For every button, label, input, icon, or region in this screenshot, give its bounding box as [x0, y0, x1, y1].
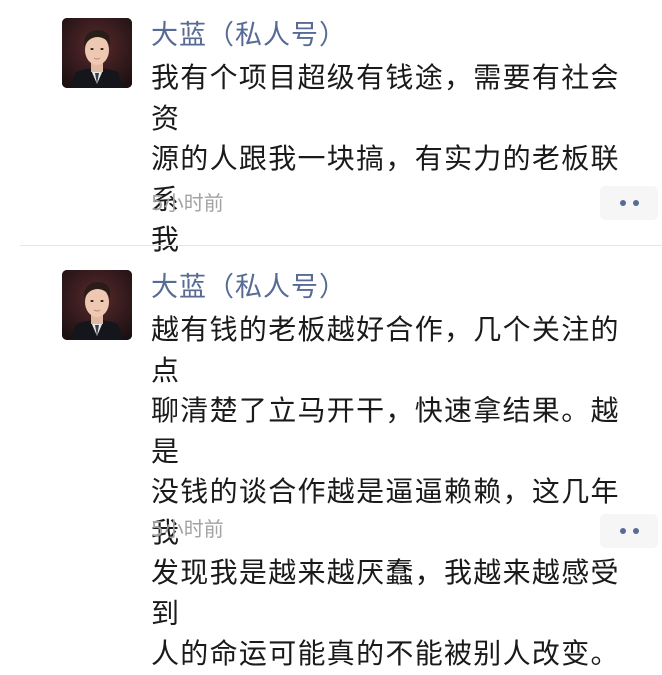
post-content: 越有钱的老板越好合作，几个关注的点 聊清楚了立马开干，快速拿结果。越是 没钱的谈…	[151, 313, 620, 670]
avatar[interactable]	[62, 18, 132, 88]
post-time: 5小时前	[151, 191, 224, 215]
moments-feed: 大蓝（私人号） 我有个项目超级有钱途，需要有社会资 源的人跟我一块搞，有实力的老…	[0, 0, 662, 670]
author-name[interactable]: 大蓝（私人号）	[151, 270, 347, 306]
divider	[20, 245, 662, 246]
more-dots-icon[interactable]	[600, 186, 658, 220]
moment-post: 大蓝（私人号） 越有钱的老板越好合作，几个关注的点 聊清楚了立马开干，快速拿结果…	[0, 252, 662, 670]
post-time: 5小时前	[151, 517, 224, 541]
author-name[interactable]: 大蓝（私人号）	[151, 18, 347, 54]
post-content: 我有个项目超级有钱途，需要有社会资 源的人跟我一块搞，有实力的老板联系 我	[151, 61, 620, 256]
moment-post: 大蓝（私人号） 我有个项目超级有钱途，需要有社会资 源的人跟我一块搞，有实力的老…	[0, 0, 662, 256]
avatar[interactable]	[62, 270, 132, 340]
dot	[632, 200, 639, 206]
more-dots-icon[interactable]	[600, 514, 658, 548]
dot	[619, 200, 626, 206]
